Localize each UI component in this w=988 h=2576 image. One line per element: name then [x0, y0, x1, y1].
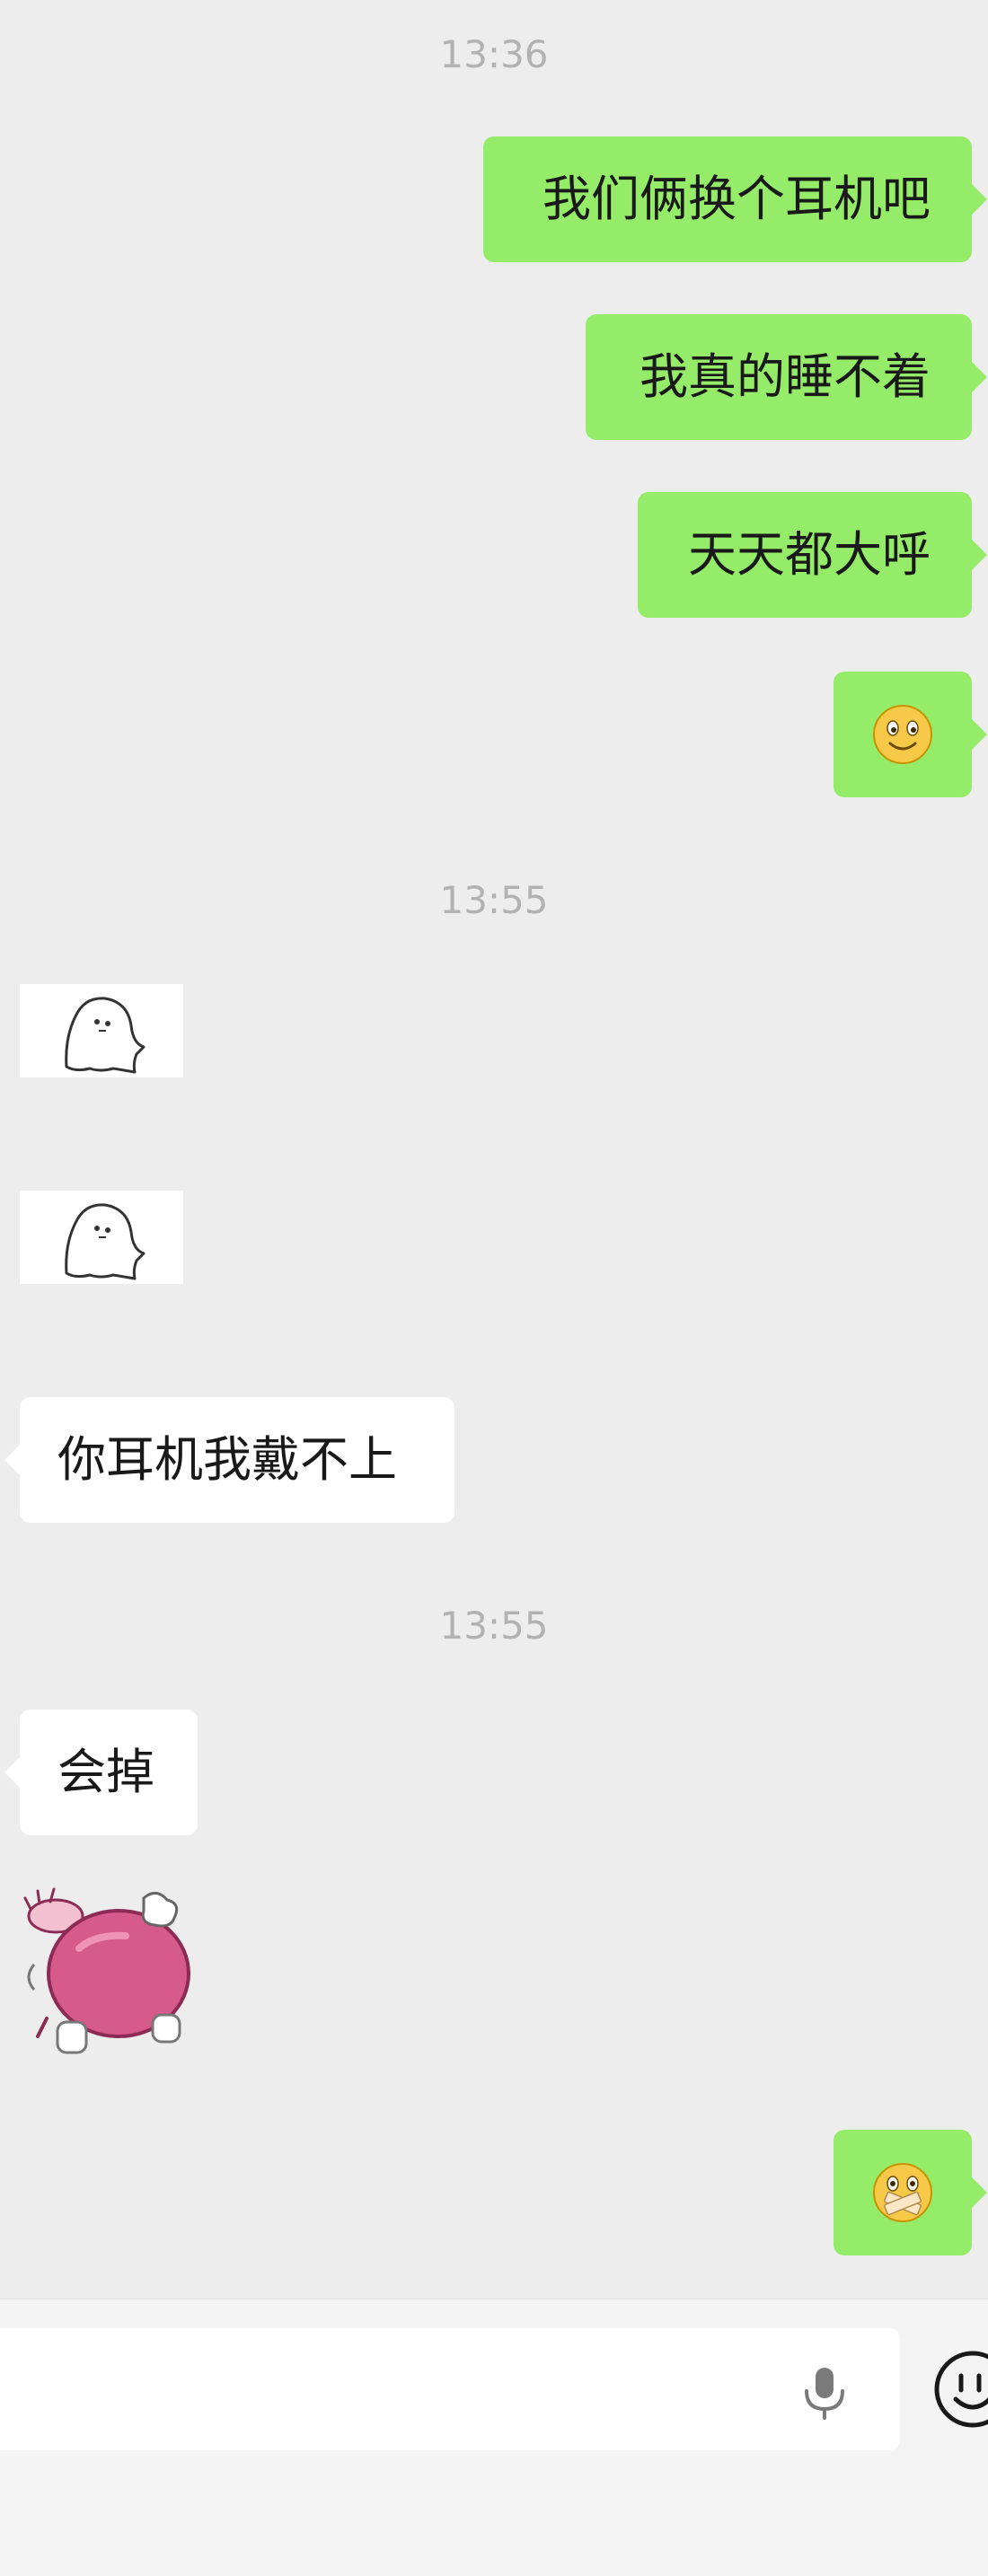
timestamp: 13:55 — [439, 1604, 549, 1648]
message-input[interactable] — [0, 2328, 900, 2450]
message-text: 天天都大呼 — [688, 526, 931, 583]
ghost-sticker-icon — [65, 1203, 146, 1280]
timestamp: 13:36 — [439, 32, 549, 76]
outgoing-message-bubble[interactable]: 我真的睡不着 — [586, 314, 987, 440]
smiley-emoji-icon — [873, 705, 932, 764]
message-text: 你耳机我戴不上 — [57, 1431, 397, 1488]
outgoing-emoji-bubble[interactable] — [834, 2130, 987, 2255]
timestamp: 13:55 — [439, 878, 549, 922]
message-text: 我们俩换个耳机吧 — [543, 171, 931, 227]
outgoing-emoji-bubble[interactable] — [834, 672, 987, 797]
incoming-sticker[interactable] — [20, 984, 183, 1077]
mouth-taped-emoji-icon — [873, 2163, 932, 2222]
incoming-message-bubble[interactable]: 你耳机我戴不上 — [4, 1397, 454, 1523]
input-bar — [0, 2299, 988, 2576]
message-text: 我真的睡不着 — [640, 348, 931, 405]
incoming-message-bubble[interactable]: 会掉 — [4, 1710, 198, 1835]
ghost-sticker-icon — [65, 997, 146, 1074]
emoji-face-icon[interactable] — [932, 2349, 988, 2433]
incoming-sticker[interactable] — [20, 1191, 183, 1284]
message-text: 会掉 — [57, 1744, 154, 1800]
pink-pig-sticker-icon — [23, 1887, 190, 2054]
outgoing-message-bubble[interactable]: 我们俩换个耳机吧 — [483, 136, 987, 262]
incoming-sticker[interactable] — [20, 1884, 199, 2063]
outgoing-message-bubble[interactable]: 天天都大呼 — [638, 492, 987, 618]
voice-mic-icon[interactable] — [799, 2364, 850, 2425]
